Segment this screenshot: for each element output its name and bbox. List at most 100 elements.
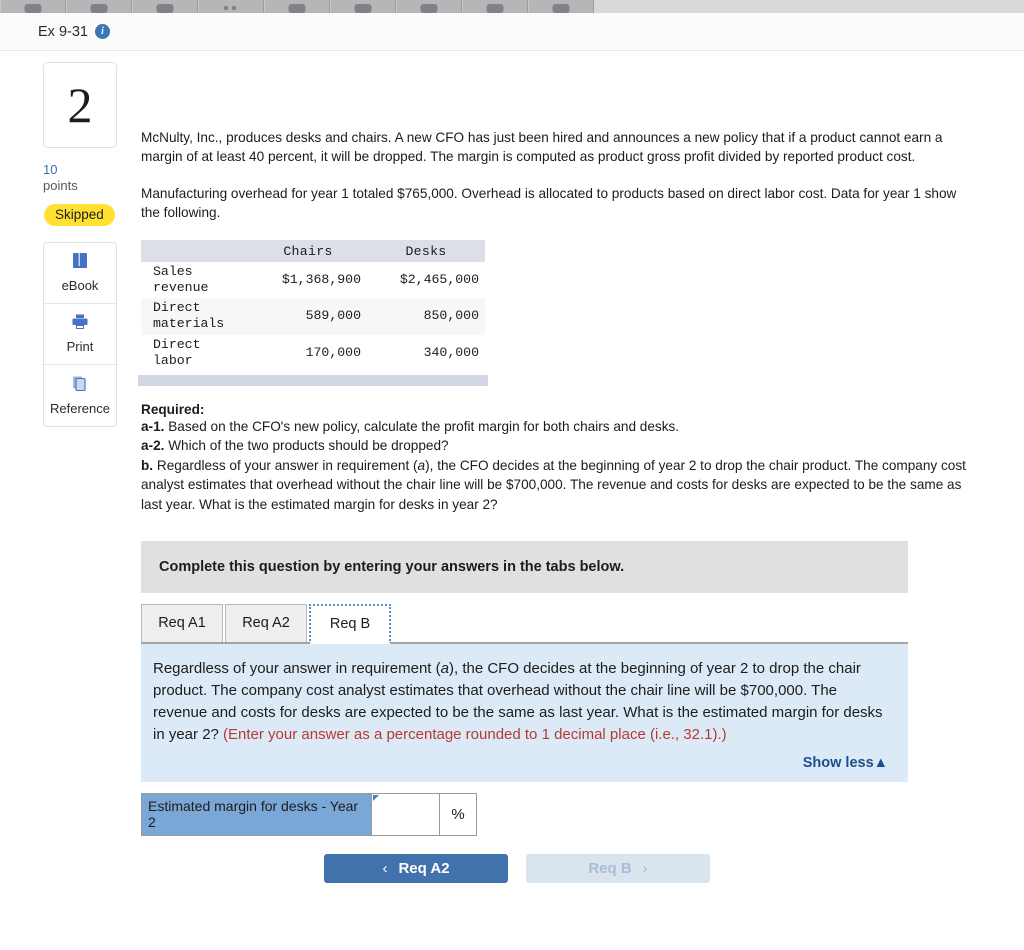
chevron-right-icon: › xyxy=(642,859,648,877)
print-button[interactable]: Print xyxy=(44,304,116,365)
answer-unit: % xyxy=(440,793,476,835)
cell-marker-icon xyxy=(373,794,379,801)
browser-tab[interactable] xyxy=(528,0,594,13)
row-label: Direct labor xyxy=(141,334,249,371)
triangle-up-icon: ▲ xyxy=(873,754,888,771)
favicon-icon xyxy=(90,4,108,13)
answer-row: Estimated margin for desks - Year 2 % xyxy=(141,792,477,836)
favicon-icon xyxy=(221,4,241,13)
points-label: points xyxy=(43,178,78,194)
row-value-desks: 340,000 xyxy=(367,334,485,371)
favicon-icon xyxy=(354,4,372,13)
tab-req-b[interactable]: Req B xyxy=(309,603,391,644)
main-content: McNulty, Inc., produces desks and chairs… xyxy=(138,62,1011,883)
favicon-icon xyxy=(486,4,504,13)
instruction-text: Regardless of your answer in requirement… xyxy=(153,658,892,746)
favicon-icon xyxy=(156,4,174,13)
show-less-row: Show less▲ xyxy=(153,754,892,772)
question-number-box: 2 xyxy=(43,62,117,148)
requirement-a1: a-1. Based on the CFO's new policy, calc… xyxy=(141,417,986,436)
required-block: Required: a-1. Based on the CFO's new po… xyxy=(141,402,986,514)
browser-tab[interactable] xyxy=(396,0,462,13)
browser-tab[interactable] xyxy=(330,0,396,13)
favicon-icon xyxy=(24,4,42,13)
requirement-b-text-part1: Regardless of your answer in requirement… xyxy=(153,457,418,473)
navigation-buttons: ‹ Req A2 Req B › xyxy=(324,853,1011,883)
browser-tab[interactable] xyxy=(132,0,198,13)
page-title: Ex 9-31 xyxy=(38,23,88,40)
ebook-icon xyxy=(70,252,90,275)
instruction-red-note: (Enter your answer as a percentage round… xyxy=(223,725,727,743)
problem-overhead-text: Manufacturing overhead for year 1 totale… xyxy=(141,185,957,220)
next-button-label: Req B xyxy=(588,859,632,877)
show-less-link[interactable]: Show less▲ xyxy=(803,755,888,771)
row-label: Direct materials xyxy=(141,298,249,335)
status-badge: Skipped xyxy=(44,203,115,226)
tab-req-a2[interactable]: Req A2 xyxy=(225,603,307,642)
tab-req-a1[interactable]: Req A1 xyxy=(141,603,223,642)
show-less-label: Show less xyxy=(802,754,874,771)
table-header-chairs: Chairs xyxy=(249,240,367,263)
instruction-text-part1: Regardless of your answer in requirement… xyxy=(153,659,441,677)
tool-button-group: eBook Print Reference xyxy=(43,241,117,427)
requirement-a2-marker: a-2. xyxy=(141,438,165,454)
row-value-chairs: 589,000 xyxy=(249,298,367,335)
browser-tab[interactable] xyxy=(66,0,132,13)
exercise-header: Ex 9-31 i xyxy=(0,13,1024,51)
table-row: Direct materials 589,000 850,000 xyxy=(141,298,485,335)
info-icon[interactable]: i xyxy=(94,24,110,39)
printer-icon xyxy=(70,313,90,336)
next-req-b-button[interactable]: Req B › xyxy=(526,853,710,883)
table-row: Direct labor 170,000 340,000 xyxy=(141,334,485,371)
favicon-icon xyxy=(288,4,306,13)
table-row: Sales revenue $1,368,900 $2,465,000 xyxy=(141,262,485,299)
tab-strip-empty-area xyxy=(594,0,1024,13)
requirement-b-marker: b. xyxy=(141,457,154,473)
requirement-b: b. Regardless of your answer in requirem… xyxy=(141,456,986,514)
row-value-chairs: $1,368,900 xyxy=(249,262,367,299)
row-value-desks: $2,465,000 xyxy=(367,262,485,299)
answer-input[interactable] xyxy=(372,793,439,835)
required-heading: Required: xyxy=(141,401,205,417)
prev-button-label: Req A2 xyxy=(398,859,450,877)
row-value-chairs: 170,000 xyxy=(249,334,367,371)
browser-tab[interactable] xyxy=(462,0,528,13)
reference-label: Reference xyxy=(50,400,110,416)
table-header-blank xyxy=(141,240,249,263)
answer-label: Estimated margin for desks - Year 2 xyxy=(142,793,372,835)
prev-req-a2-button[interactable]: ‹ Req A2 xyxy=(324,853,508,883)
question-number: 2 xyxy=(67,77,93,133)
requirement-tab-bar: Req A1 Req A2 Req B xyxy=(141,603,908,644)
reference-button[interactable]: Reference xyxy=(44,365,116,426)
data-table-wrapper: Chairs Desks Sales revenue $1,368,900 $2… xyxy=(138,240,489,386)
browser-tab[interactable] xyxy=(198,0,264,13)
requirement-a1-marker: a-1. xyxy=(141,418,165,434)
favicon-icon xyxy=(420,4,438,13)
requirement-a2-text: Which of the two products should be drop… xyxy=(164,438,449,454)
question-rail: 2 10 points Skipped eBook Print Referenc… xyxy=(43,62,119,427)
financial-data-table: Chairs Desks Sales revenue $1,368,900 $2… xyxy=(141,240,485,371)
chevron-left-icon: ‹ xyxy=(382,859,388,877)
table-header-desks: Desks xyxy=(367,240,485,263)
requirement-b-italic: a xyxy=(417,457,426,473)
table-header-row: Chairs Desks xyxy=(141,240,485,263)
instruction-panel: Regardless of your answer in requirement… xyxy=(141,643,908,782)
row-value-desks: 850,000 xyxy=(367,298,485,335)
print-label: Print xyxy=(66,339,94,354)
complete-question-text: Complete this question by entering your … xyxy=(159,558,625,575)
points-value: 10 xyxy=(43,162,58,177)
problem-intro-text: McNulty, Inc., produces desks and chairs… xyxy=(141,130,943,165)
answer-input-cell[interactable] xyxy=(372,793,440,835)
browser-tab[interactable] xyxy=(0,0,66,13)
browser-tab-strip xyxy=(0,0,1024,13)
row-label: Sales revenue xyxy=(141,262,249,299)
ebook-button[interactable]: eBook xyxy=(44,243,116,304)
browser-tab[interactable] xyxy=(264,0,330,13)
complete-question-banner: Complete this question by entering your … xyxy=(141,540,908,593)
requirement-a2: a-2. Which of the two products should be… xyxy=(141,436,986,455)
reference-pages-icon xyxy=(70,375,90,398)
favicon-icon xyxy=(552,4,570,13)
requirement-a1-text: Based on the CFO's new policy, calculate… xyxy=(164,418,680,434)
table-footer-bar xyxy=(138,374,488,386)
ebook-label: eBook xyxy=(61,278,99,293)
